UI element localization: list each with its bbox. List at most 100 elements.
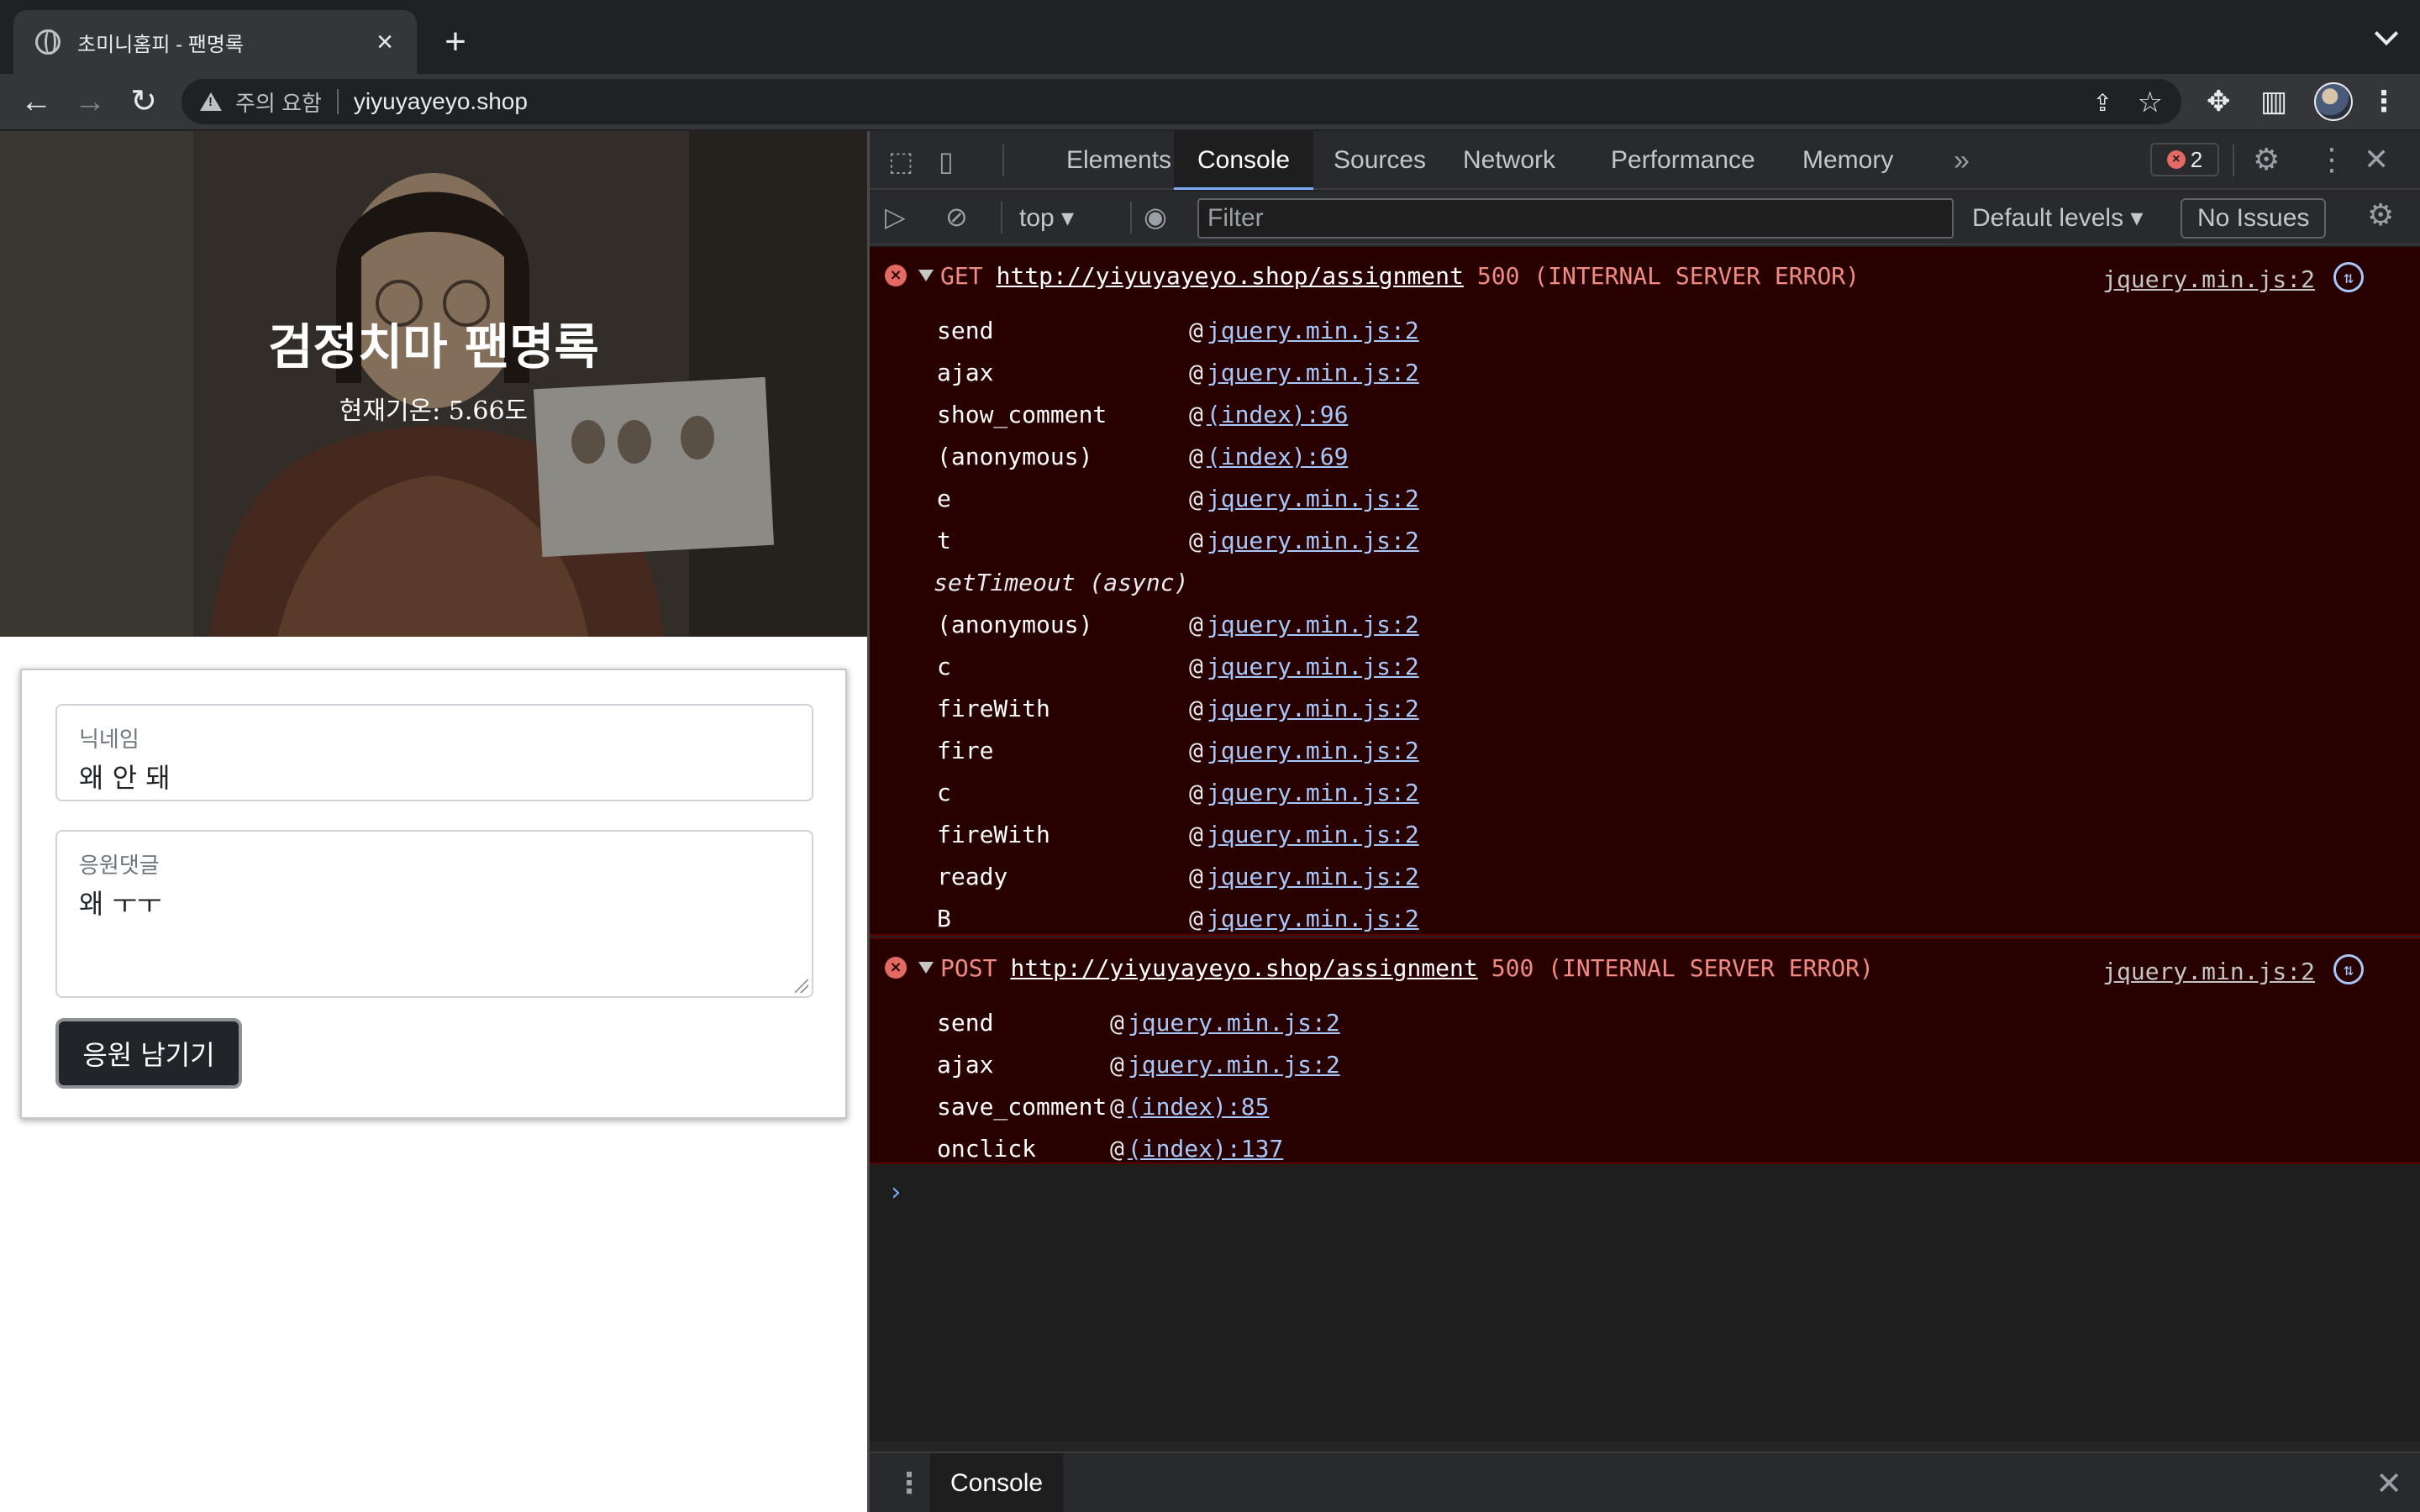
url-text[interactable]: yiyuyayeyo.shop <box>354 88 528 115</box>
frame-function: ready <box>937 862 1008 890</box>
browser-tab[interactable]: 초미니홈피 - 팬명록 × <box>13 10 417 74</box>
frame-source-link[interactable]: jquery.min.js:2 <box>1207 821 1419 848</box>
network-panel-icon[interactable]: ⇅ <box>2333 262 2364 292</box>
frame-function: c <box>937 778 951 806</box>
more-tabs-icon[interactable]: » <box>1954 144 1970 177</box>
frame-source-link[interactable]: jquery.min.js:2 <box>1128 1009 1340 1037</box>
console-prompt-chevron-icon[interactable]: › <box>888 1178 903 1207</box>
frame-source-link[interactable]: jquery.min.js:2 <box>1207 359 1419 386</box>
error-header[interactable]: × GET http://yiyuyayeyo.shop/assignment … <box>885 260 1860 291</box>
frame-function: ajax <box>937 1050 994 1079</box>
tab-console[interactable]: Console <box>1174 131 1314 190</box>
profile-avatar[interactable] <box>2314 82 2353 121</box>
frame-source-link[interactable]: (index):96 <box>1207 401 1349 428</box>
error-icon: × <box>885 265 907 286</box>
frame-at-sign: @ <box>1189 694 1203 722</box>
frame-function: c <box>937 652 951 680</box>
frame-source-link[interactable]: jquery.min.js:2 <box>1207 611 1419 638</box>
device-toolbar-icon[interactable]: ▯ <box>939 146 954 176</box>
frame-source-link[interactable]: jquery.min.js:2 <box>1207 317 1419 344</box>
frame-at-sign: @ <box>1110 1008 1124 1037</box>
tab-search-chevron-icon[interactable] <box>2374 21 2399 46</box>
frame-source-link[interactable]: jquery.min.js:2 <box>1207 527 1419 554</box>
tab-network[interactable]: Network <box>1439 131 1579 190</box>
puzzle-icon[interactable]: ✥ <box>2207 86 2231 118</box>
temperature-text: 현재기온: 5.66도 <box>339 396 529 426</box>
bookmark-star-icon[interactable]: ☆ <box>2138 86 2163 119</box>
nickname-input[interactable]: 왜 안 돼 <box>79 757 792 795</box>
filter-input[interactable]: Filter <box>1197 198 1954 239</box>
omnibox-divider <box>336 89 339 114</box>
side-panel-icon[interactable]: ▥ <box>2260 86 2287 118</box>
frame-function: fireWith <box>937 820 1050 848</box>
eye-icon[interactable]: ◉ <box>1130 202 1181 232</box>
network-panel-icon[interactable]: ⇅ <box>2333 954 2364 984</box>
frame-source-link[interactable]: jquery.min.js:2 <box>1207 779 1419 806</box>
tab-sources[interactable]: Sources <box>1310 131 1449 190</box>
back-arrow-icon[interactable]: ← <box>17 82 55 121</box>
submit-comment-button[interactable]: 응원 남기기 <box>55 1018 242 1089</box>
request-url[interactable]: http://yiyuyayeyo.shop/assignment <box>997 262 1464 290</box>
tab-strip: 초미니홈피 - 팬명록 × + <box>0 0 2420 74</box>
context-value: top <box>1019 204 1055 232</box>
tab-memory[interactable]: Memory <box>1779 131 1917 190</box>
issues-button[interactable]: No Issues <box>2181 198 2327 239</box>
security-label[interactable]: 주의 요함 <box>235 87 322 118</box>
source-link[interactable]: jquery.min.js:2 <box>2102 958 2315 985</box>
address-bar[interactable]: 주의 요함 yiyuyayeyo.shop ⇪ ☆ <box>182 79 2181 124</box>
frame-source-link[interactable]: (index):69 <box>1207 443 1349 470</box>
stack-frame: c @ jquery.min.js:2 <box>937 771 1419 813</box>
frame-source-link[interactable]: jquery.min.js:2 <box>1207 695 1419 722</box>
share-icon[interactable]: ⇪ <box>2093 89 2112 117</box>
expand-triangle-icon[interactable] <box>918 270 934 281</box>
frame-source-link[interactable]: jquery.min.js:2 <box>1207 737 1419 764</box>
tab-performance[interactable]: Performance <box>1587 131 1779 190</box>
request-url[interactable]: http://yiyuyayeyo.shop/assignment <box>1010 954 1477 982</box>
source-link[interactable]: jquery.min.js:2 <box>2102 265 2315 293</box>
drawer-menu-icon[interactable]: ⋮ <box>895 1467 923 1500</box>
frame-source-link[interactable]: jquery.min.js:2 <box>1207 905 1419 932</box>
console-error-message: × GET http://yiyuyayeyo.shop/assignment … <box>870 247 2420 936</box>
devtools-menu-icon[interactable]: ⋮ <box>2317 143 2347 176</box>
forward-arrow-icon[interactable]: → <box>71 82 109 121</box>
frame-at-sign: @ <box>1189 610 1203 638</box>
expand-triangle-icon[interactable] <box>918 962 934 974</box>
console-settings-gear-icon[interactable]: ⚙ <box>2367 198 2394 232</box>
frame-source-link[interactable]: jquery.min.js:2 <box>1207 863 1419 890</box>
divider <box>2233 144 2234 176</box>
close-devtools-icon[interactable]: ✕ <box>2364 143 2389 176</box>
frame-at-sign: @ <box>1110 1050 1124 1079</box>
error-icon: × <box>2166 150 2186 169</box>
console-output: × GET http://yiyuyayeyo.shop/assignment … <box>870 247 2420 1441</box>
stack-frame: ready @ jquery.min.js:2 <box>937 855 1419 897</box>
frame-source-link[interactable]: jquery.min.js:2 <box>1207 485 1419 512</box>
frame-function: show_comment <box>937 400 1107 428</box>
drawer-tab-console[interactable]: Console <box>930 1453 1064 1512</box>
tab-elements[interactable]: Elements <box>1043 131 1195 190</box>
frame-source-link[interactable]: (index):137 <box>1128 1135 1283 1163</box>
reload-icon[interactable]: ↻ <box>124 82 163 121</box>
context-select[interactable]: top ▾ <box>1019 202 1074 235</box>
log-levels-select[interactable]: Default levels ▾ <box>1972 202 2144 235</box>
frame-source-link[interactable]: jquery.min.js:2 <box>1128 1051 1340 1079</box>
comment-field[interactable]: 응원댓글 왜 ㅜㅜ <box>55 830 813 998</box>
nickname-field[interactable]: 닉네임 왜 안 돼 <box>55 704 813 801</box>
error-header[interactable]: × POST http://yiyuyayeyo.shop/assignment… <box>885 953 1874 983</box>
close-tab-icon[interactable]: × <box>370 27 400 57</box>
new-tab-button[interactable]: + <box>435 22 476 62</box>
frame-at-sign: @ <box>1110 1092 1124 1121</box>
error-icon: × <box>885 957 907 979</box>
frame-source-link[interactable]: jquery.min.js:2 <box>1207 653 1419 680</box>
stack-frame: send @ jquery.min.js:2 <box>937 309 1419 351</box>
resize-handle[interactable] <box>795 979 808 993</box>
sidebar-toggle-icon[interactable]: ▷ <box>885 202 906 232</box>
inspect-element-icon[interactable]: ⬚ <box>888 146 913 176</box>
settings-gear-icon[interactable]: ⚙ <box>2253 143 2280 176</box>
browser-menu-icon[interactable]: ⋮ <box>2370 86 2398 118</box>
error-count-badge[interactable]: × 2 <box>2150 143 2219 176</box>
frame-source-link[interactable]: (index):85 <box>1128 1093 1270 1121</box>
clear-console-icon[interactable]: ⊘ <box>945 202 968 232</box>
comment-textarea[interactable]: 왜 ㅜㅜ <box>79 883 792 921</box>
close-drawer-icon[interactable]: ✕ <box>2375 1465 2402 1503</box>
warning-triangle-icon[interactable] <box>200 92 222 111</box>
